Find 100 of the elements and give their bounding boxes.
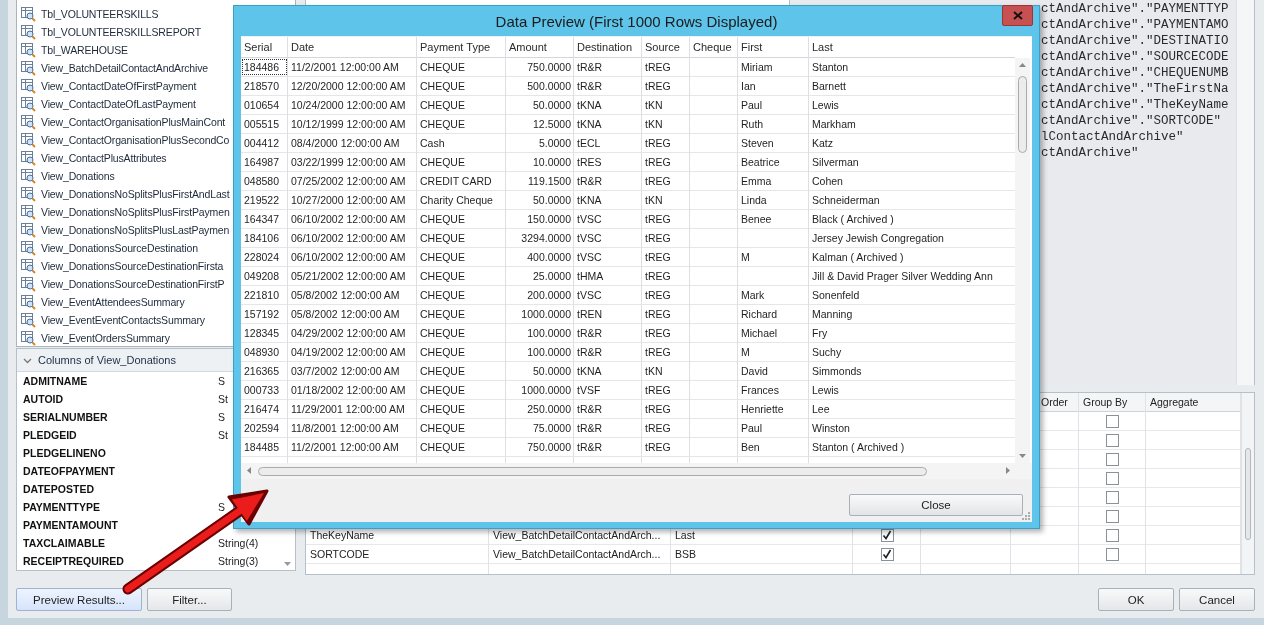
scrollbar[interactable]: [1241, 393, 1254, 574]
table-cell-text: 01/18/2002 12:00:00 AM: [290, 383, 407, 398]
tree-item[interactable]: View_ContactOrganisationPlusMainCont: [41, 116, 226, 128]
tree-item[interactable]: Tbl_WAREHOUSE: [41, 44, 128, 56]
column-header[interactable]: Cheque: [690, 37, 738, 57]
window-title: Data Preview (First 1000 Rows Displayed): [495, 12, 778, 30]
table-cell-text: tREG: [644, 269, 672, 284]
column-header[interactable]: Last: [809, 37, 1015, 57]
scroll-down-icon[interactable]: [284, 562, 291, 566]
scrollbar-thumb[interactable]: [1245, 448, 1251, 540]
table-magnifier-icon: [20, 42, 36, 58]
tree-item[interactable]: View_DonationsSourceDestination: [41, 242, 198, 254]
button[interactable]: OK: [1098, 588, 1174, 611]
close-button[interactable]: Close: [849, 494, 1023, 516]
table-cell-text: Ben: [740, 440, 761, 455]
column-header[interactable]: Order: [1041, 396, 1068, 408]
table-cell-text: 004412: [243, 136, 281, 151]
vertical-scrollbar[interactable]: [1015, 58, 1030, 463]
table-cell-text: 150.0000: [526, 212, 572, 227]
checkbox[interactable]: [1106, 547, 1119, 561]
column-header[interactable]: Date: [288, 37, 417, 57]
table-cell-text: tREG: [644, 136, 672, 151]
checkbox[interactable]: [1106, 414, 1119, 428]
table-cell-text: 06/10/2002 12:00:00 AM: [290, 212, 407, 227]
tree-item[interactable]: View_BatchDetailContactAndArchive: [41, 62, 209, 74]
column-header[interactable]: Source: [642, 37, 690, 57]
tree-item[interactable]: View_Donations: [41, 170, 115, 182]
sql-line: ctAndArchive"."PAYMENTAMO: [1041, 17, 1230, 33]
scrollbar[interactable]: [1236, 0, 1254, 385]
column-header[interactable]: Serial: [241, 37, 288, 57]
table-magnifier-icon: [20, 96, 36, 112]
column-name: PLEDGELINENO: [23, 447, 107, 459]
checkbox[interactable]: [1106, 509, 1119, 523]
scrollbar-thumb[interactable]: [258, 467, 927, 476]
tree-item[interactable]: View_DonationsSourceDestinationFirstP: [41, 278, 225, 290]
column-header[interactable]: Payment Type: [417, 37, 506, 57]
column-name: ADMITNAME: [23, 375, 89, 387]
tree-item[interactable]: View_ContactDateOfLastPayment: [41, 98, 196, 110]
tree-item[interactable]: Tbl_VOLUNTEERSKILLSREPORT: [41, 26, 202, 38]
table-cell-text: tHMA: [576, 269, 605, 284]
column-name: AUTOID: [23, 393, 65, 405]
table-cell-text: CHEQUE: [419, 98, 466, 113]
table-cell-text: tREG: [644, 326, 672, 341]
checkbox[interactable]: [880, 547, 894, 561]
tree-item[interactable]: View_ContactOrganisationPlusSecondCo: [41, 134, 230, 146]
resize-grip-icon[interactable]: [1022, 512, 1030, 520]
table-cell-text: CHEQUE: [419, 288, 466, 303]
scrollbar-thumb[interactable]: [1018, 76, 1027, 153]
table-cell-text: tREG: [644, 345, 672, 360]
checkbox[interactable]: [1106, 433, 1119, 447]
tree-item[interactable]: View_DonationsNoSplitsPlusFirstAndLast: [41, 188, 230, 200]
column-header[interactable]: Destination: [574, 37, 642, 57]
checkbox[interactable]: [1106, 528, 1119, 542]
button[interactable]: Filter...: [147, 588, 232, 611]
button[interactable]: Preview Results...: [16, 588, 142, 611]
column-type: S: [218, 411, 225, 423]
column-header[interactable]: Group By: [1083, 396, 1128, 408]
scroll-down-icon[interactable]: [1019, 454, 1026, 458]
panel-title: Columns of View_Donations: [38, 354, 176, 366]
tree-item[interactable]: View_DonationsNoSplitsPlusFirstPaymen: [41, 206, 230, 218]
button[interactable]: Cancel: [1179, 588, 1255, 611]
grid-cell: View_BatchDetailContactAndArch...: [493, 548, 661, 560]
table-cell-text: tVSC: [576, 231, 603, 246]
table-cell-text: CHEQUE: [419, 383, 466, 398]
tree-item[interactable]: View_EventEventContactsSummary: [41, 314, 205, 326]
tree-item[interactable]: View_DonationsSourceDestinationFirsta: [41, 260, 224, 272]
table-cell-text: 750.0000: [526, 60, 572, 75]
table-cell-text: tRES: [576, 155, 603, 170]
checkbox[interactable]: [1106, 452, 1119, 466]
table-magnifier-icon: [20, 114, 36, 130]
table-cell-text: 50.0000: [532, 98, 572, 113]
tree-item[interactable]: View_EventAttendeesSummary: [41, 296, 185, 308]
tree-item[interactable]: View_ContactDateOfFirstPayment: [41, 80, 197, 92]
close-button[interactable]: [1002, 5, 1033, 26]
column-header[interactable]: Aggregate: [1150, 396, 1199, 408]
close-icon: [1012, 11, 1023, 20]
grid-cell: View_BatchDetailContactAndArch...: [493, 529, 661, 541]
table-cell-text: 05/8/2002 12:00:00 AM: [290, 307, 401, 322]
horizontal-scrollbar[interactable]: [241, 463, 1032, 479]
grid-cell: Last: [675, 529, 695, 541]
table-magnifier-icon: [20, 132, 36, 148]
column-header[interactable]: First: [738, 37, 809, 57]
table-cell-text: 03/7/2002 12:00:00 AM: [290, 364, 401, 379]
scroll-left-icon[interactable]: [247, 467, 251, 474]
checkbox[interactable]: [1106, 490, 1119, 504]
column-header[interactable]: Amount: [506, 37, 574, 57]
tree-item[interactable]: View_EventOrdersSummary: [41, 332, 170, 344]
table-cell-text: Stanton ( Archived ): [811, 440, 906, 455]
checkbox[interactable]: [1106, 471, 1119, 485]
table-cell-text: Steven: [740, 136, 775, 151]
tree-item[interactable]: Tbl_VOLUNTEERSKILLS: [41, 8, 159, 20]
table-cell-text: CHEQUE: [419, 117, 466, 132]
tree-item[interactable]: View_DonationsNoSplitsPlusLastPaymen: [41, 224, 230, 236]
scroll-up-icon[interactable]: [1019, 63, 1026, 67]
table-cell-text: Charity Cheque: [419, 193, 494, 208]
table-cell-text: 10.0000: [532, 155, 572, 170]
table-cell-text: 06/10/2002 12:00:00 AM: [290, 250, 407, 265]
table-cell: 184486: [241, 58, 288, 76]
table-cell-text: Suchy: [811, 345, 843, 360]
tree-item[interactable]: View_ContactPlusAttributes: [41, 152, 167, 164]
